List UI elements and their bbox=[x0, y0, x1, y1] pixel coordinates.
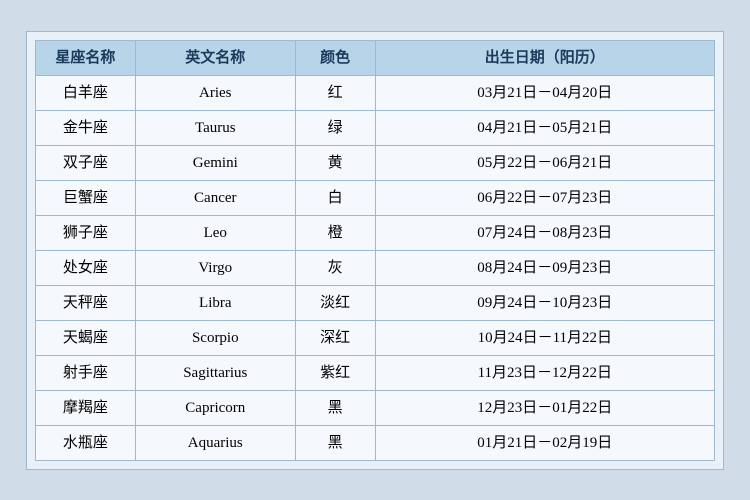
cell-chinese: 天蝎座 bbox=[36, 320, 136, 355]
cell-date: 06月22日－07月23日 bbox=[375, 180, 714, 215]
cell-chinese: 狮子座 bbox=[36, 215, 136, 250]
cell-english: Virgo bbox=[135, 250, 295, 285]
cell-chinese: 射手座 bbox=[36, 355, 136, 390]
cell-english: Taurus bbox=[135, 110, 295, 145]
cell-chinese: 天秤座 bbox=[36, 285, 136, 320]
cell-date: 11月23日－12月22日 bbox=[375, 355, 714, 390]
cell-date: 01月21日－02月19日 bbox=[375, 425, 714, 460]
cell-english: Aries bbox=[135, 75, 295, 110]
cell-color: 黑 bbox=[295, 390, 375, 425]
cell-date: 07月24日－08月23日 bbox=[375, 215, 714, 250]
cell-date: 09月24日－10月23日 bbox=[375, 285, 714, 320]
cell-color: 黑 bbox=[295, 425, 375, 460]
cell-color: 绿 bbox=[295, 110, 375, 145]
zodiac-table: 星座名称 英文名称 颜色 出生日期（阳历） 白羊座Aries红03月21日－04… bbox=[35, 40, 715, 461]
cell-color: 红 bbox=[295, 75, 375, 110]
zodiac-table-container: 星座名称 英文名称 颜色 出生日期（阳历） 白羊座Aries红03月21日－04… bbox=[26, 31, 724, 470]
table-row: 天蝎座Scorpio深红10月24日－11月22日 bbox=[36, 320, 715, 355]
header-color: 颜色 bbox=[295, 40, 375, 75]
cell-date: 03月21日－04月20日 bbox=[375, 75, 714, 110]
table-row: 双子座Gemini黄05月22日－06月21日 bbox=[36, 145, 715, 180]
table-row: 金牛座Taurus绿04月21日－05月21日 bbox=[36, 110, 715, 145]
table-row: 处女座Virgo灰08月24日－09月23日 bbox=[36, 250, 715, 285]
table-row: 天秤座Libra淡红09月24日－10月23日 bbox=[36, 285, 715, 320]
table-row: 射手座Sagittarius紫红11月23日－12月22日 bbox=[36, 355, 715, 390]
cell-chinese: 巨蟹座 bbox=[36, 180, 136, 215]
cell-color: 淡红 bbox=[295, 285, 375, 320]
cell-color: 白 bbox=[295, 180, 375, 215]
cell-chinese: 双子座 bbox=[36, 145, 136, 180]
cell-chinese: 水瓶座 bbox=[36, 425, 136, 460]
table-row: 巨蟹座Cancer白06月22日－07月23日 bbox=[36, 180, 715, 215]
cell-color: 黄 bbox=[295, 145, 375, 180]
cell-chinese: 处女座 bbox=[36, 250, 136, 285]
cell-chinese: 白羊座 bbox=[36, 75, 136, 110]
header-date: 出生日期（阳历） bbox=[375, 40, 714, 75]
cell-color: 紫红 bbox=[295, 355, 375, 390]
cell-date: 12月23日－01月22日 bbox=[375, 390, 714, 425]
cell-date: 05月22日－06月21日 bbox=[375, 145, 714, 180]
cell-english: Libra bbox=[135, 285, 295, 320]
cell-english: Cancer bbox=[135, 180, 295, 215]
cell-english: Gemini bbox=[135, 145, 295, 180]
header-chinese: 星座名称 bbox=[36, 40, 136, 75]
table-row: 白羊座Aries红03月21日－04月20日 bbox=[36, 75, 715, 110]
cell-english: Leo bbox=[135, 215, 295, 250]
cell-english: Aquarius bbox=[135, 425, 295, 460]
cell-chinese: 金牛座 bbox=[36, 110, 136, 145]
cell-color: 深红 bbox=[295, 320, 375, 355]
table-row: 摩羯座Capricorn黑12月23日－01月22日 bbox=[36, 390, 715, 425]
cell-english: Scorpio bbox=[135, 320, 295, 355]
table-row: 水瓶座Aquarius黑01月21日－02月19日 bbox=[36, 425, 715, 460]
table-header-row: 星座名称 英文名称 颜色 出生日期（阳历） bbox=[36, 40, 715, 75]
cell-chinese: 摩羯座 bbox=[36, 390, 136, 425]
table-row: 狮子座Leo橙07月24日－08月23日 bbox=[36, 215, 715, 250]
header-english: 英文名称 bbox=[135, 40, 295, 75]
cell-english: Sagittarius bbox=[135, 355, 295, 390]
cell-english: Capricorn bbox=[135, 390, 295, 425]
cell-date: 10月24日－11月22日 bbox=[375, 320, 714, 355]
cell-color: 橙 bbox=[295, 215, 375, 250]
cell-date: 04月21日－05月21日 bbox=[375, 110, 714, 145]
cell-date: 08月24日－09月23日 bbox=[375, 250, 714, 285]
cell-color: 灰 bbox=[295, 250, 375, 285]
